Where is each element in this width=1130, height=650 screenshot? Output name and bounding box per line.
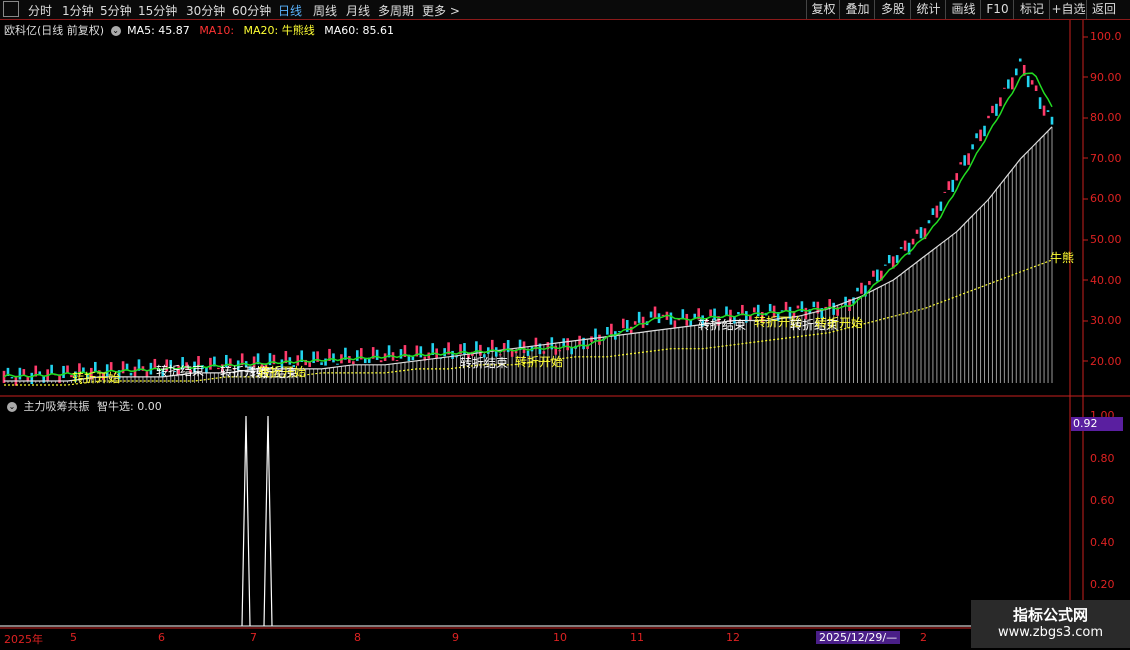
signal-annotation: 转折结束: [460, 356, 509, 370]
price-tick-label: 70.00: [1090, 152, 1122, 165]
price-tick-label: 30.00: [1090, 314, 1122, 327]
signal-annotation: 转折结束: [698, 318, 747, 332]
time-tick-label: 5: [70, 631, 77, 644]
time-tick-label: 2: [920, 631, 927, 644]
price-tick-label: 60.00: [1090, 192, 1122, 205]
signal-annotation: 转折开始: [72, 371, 121, 385]
bull-bear-label: 牛熊: [1050, 251, 1075, 265]
watermark: 指标公式网 www.zbgs3.com: [971, 600, 1130, 648]
signal-annotation: 转折开始: [815, 316, 864, 330]
signal-annotation: 转折结束: [156, 364, 205, 378]
indicator-tick-label: 0.60: [1090, 494, 1115, 507]
watermark-title: 指标公式网: [1012, 606, 1088, 624]
time-tick-label: 8: [354, 631, 361, 644]
indicator-tick-label: 0.80: [1090, 452, 1115, 465]
indicator-tick-label: 0.40: [1090, 536, 1115, 549]
price-tick-label: 50.00: [1090, 233, 1122, 246]
signal-annotation: 转折开始: [258, 365, 307, 379]
time-tick-label: 7: [250, 631, 257, 644]
time-tick-label: 2025年: [4, 633, 43, 646]
time-tick-label: 10: [553, 631, 567, 644]
indicator-tick-label: 0.20: [1090, 578, 1115, 591]
annotation-layer: 转折开始 转折结束 转折开始 转折结束 转折开始 转折结束 转折开始 转折结束 转折开始 转折结束…: [0, 0, 1130, 650]
price-tick-label: 100.0: [1090, 30, 1122, 43]
time-tick-label: 12: [726, 631, 740, 644]
time-tick-label: 11: [630, 631, 644, 644]
time-tick-label: 6: [158, 631, 165, 644]
signal-annotation: 转折开始: [515, 355, 564, 369]
time-tick-label: 2025/12/29/—: [816, 631, 901, 644]
indicator-axis-marker: 0.92: [1071, 417, 1123, 431]
watermark-url: www.zbgs3.com: [997, 625, 1104, 640]
time-tick-label: 9: [452, 631, 459, 644]
price-tick-label: 80.00: [1090, 111, 1122, 124]
price-tick-label: 90.00: [1090, 71, 1122, 84]
price-tick-label: 20.00: [1090, 355, 1122, 368]
price-tick-label: 40.00: [1090, 274, 1122, 287]
